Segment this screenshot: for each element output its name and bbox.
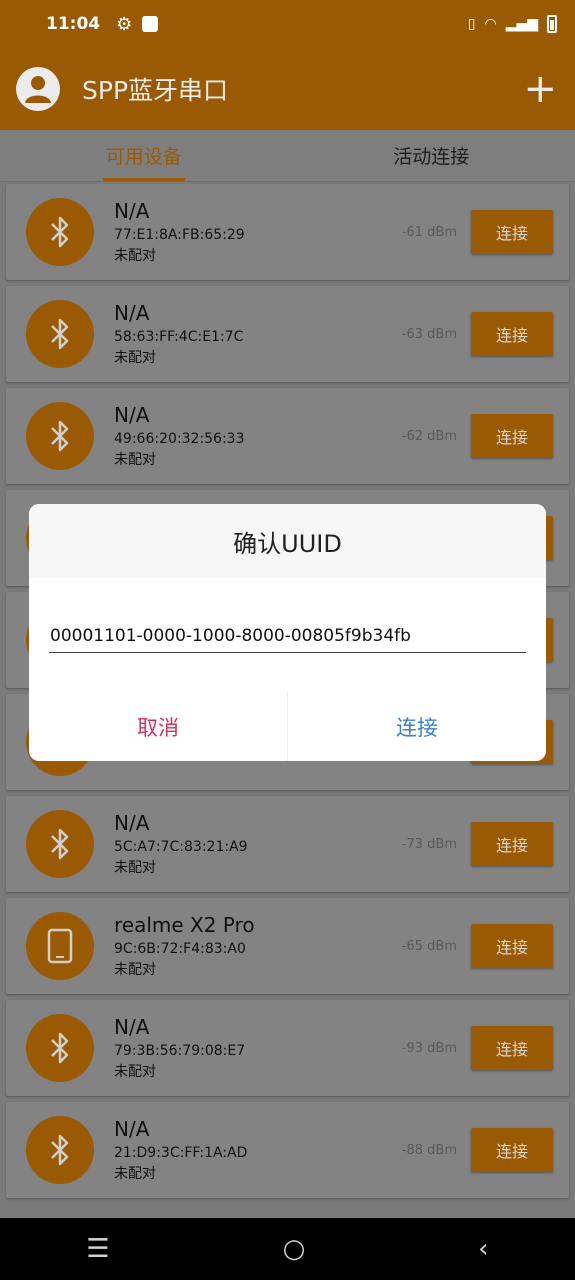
home-icon[interactable]: ○ [283, 1234, 306, 1264]
device-name: N/A [114, 811, 150, 835]
wifi-icon: ◠ [484, 16, 497, 32]
device-row[interactable]: N/A 49:66:20:32:56:33 未配对 -62 dBm 连接 [6, 388, 569, 484]
device-rssi: -93 dBm [401, 1040, 457, 1056]
device-connect-button[interactable]: 连接 [471, 414, 553, 458]
device-row[interactable]: N/A 79:3B:56:79:08:E7 未配对 -93 dBm 连接 [6, 1000, 569, 1096]
device-connect-button[interactable]: 连接 [471, 312, 553, 356]
battery-icon [547, 15, 557, 33]
device-name: N/A [114, 1117, 150, 1141]
device-pair-status: 未配对 [114, 962, 156, 978]
uuid-input[interactable] [49, 622, 526, 653]
device-name: N/A [114, 301, 150, 325]
device-mac: 79:3B:56:79:08:E7 [114, 1043, 246, 1059]
settings-gear-icon: ⚙ [116, 13, 133, 35]
device-row[interactable]: N/A 77:E1:8A:FB:65:29 未配对 -61 dBm 连接 [6, 184, 569, 280]
mail-notification-icon [142, 16, 159, 32]
dialog-title: 确认UUID [29, 504, 546, 578]
device-mac: 58:63:FF:4C:E1:7C [114, 329, 244, 345]
status-icons: ▯ ◠ ▂▄▆ [468, 15, 557, 33]
device-rssi: -62 dBm [401, 428, 457, 444]
status-time: 11:04 [46, 14, 101, 34]
device-info: N/A 21:D9:3C:FF:1A:AD 未配对 [114, 1117, 402, 1183]
signal-icon: ▂▄▆ [505, 16, 538, 32]
device-info: realme X2 Pro 9C:6B:72:F4:83:A0 未配对 [114, 913, 402, 979]
status-bar: 11:04 ⚙ ▯ ◠ ▂▄▆ [0, 0, 575, 48]
dialog-body [29, 578, 546, 692]
device-rssi: -65 dBm [401, 938, 457, 954]
bluetooth-icon [26, 810, 94, 878]
device-info: N/A 79:3B:56:79:08:E7 未配对 [114, 1015, 402, 1081]
device-name: realme X2 Pro [114, 913, 255, 937]
device-connect-button[interactable]: 连接 [471, 210, 553, 254]
vibrate-icon: ▯ [467, 16, 476, 32]
bluetooth-icon [26, 402, 94, 470]
tab-available-devices[interactable]: 可用设备 [0, 130, 288, 181]
system-nav-bar: ☰ ○ ‹ [0, 1218, 575, 1280]
device-mac: 77:E1:8A:FB:65:29 [114, 227, 245, 243]
device-rssi: -63 dBm [401, 326, 457, 342]
tab-bar: 可用设备 活动连接 [0, 130, 575, 182]
device-name: N/A [114, 1015, 150, 1039]
confirm-uuid-dialog: 确认UUID 取消 连接 [29, 504, 546, 761]
phone-icon [26, 912, 94, 980]
device-name: N/A [114, 199, 150, 223]
device-rssi: -61 dBm [401, 224, 457, 240]
dialog-actions: 取消 连接 [29, 692, 546, 761]
device-connect-button[interactable]: 连接 [471, 924, 553, 968]
cancel-button[interactable]: 取消 [29, 692, 288, 761]
device-rssi: -73 dBm [401, 836, 457, 852]
device-info: N/A 5C:A7:7C:83:21:A9 未配对 [114, 811, 402, 877]
add-icon[interactable]: + [523, 69, 557, 109]
avatar-icon[interactable] [16, 67, 60, 111]
device-mac: 49:66:20:32:56:33 [114, 431, 245, 447]
bluetooth-icon [26, 1014, 94, 1082]
app-title: SPP蓝牙串口 [82, 76, 229, 105]
app-bar: SPP蓝牙串口 + [0, 48, 575, 130]
bluetooth-icon [26, 1116, 94, 1184]
device-info: N/A 77:E1:8A:FB:65:29 未配对 [114, 199, 402, 265]
connect-button[interactable]: 连接 [288, 692, 546, 761]
back-icon[interactable]: ‹ [478, 1234, 488, 1264]
device-row[interactable]: realme X2 Pro 9C:6B:72:F4:83:A0 未配对 -65 dBm… [6, 898, 569, 994]
device-pair-status: 未配对 [114, 452, 156, 468]
device-mac: 21:D9:3C:FF:1A:AD [114, 1145, 248, 1161]
menu-icon[interactable]: ☰ [86, 1234, 109, 1264]
device-name: N/A [114, 403, 150, 427]
device-connect-button[interactable]: 连接 [471, 1026, 553, 1070]
device-mac: 9C:6B:72:F4:83:A0 [114, 941, 246, 957]
device-pair-status: 未配对 [114, 248, 156, 264]
device-row[interactable]: N/A 21:D9:3C:FF:1A:AD 未配对 -88 dBm 连接 [6, 1102, 569, 1198]
device-pair-status: 未配对 [114, 350, 156, 366]
bluetooth-icon [26, 300, 94, 368]
device-connect-button[interactable]: 连接 [471, 822, 553, 866]
device-row[interactable]: N/A 5C:A7:7C:83:21:A9 未配对 -73 dBm 连接 [6, 796, 569, 892]
device-rssi: -88 dBm [401, 1142, 457, 1158]
tab-active-connections[interactable]: 活动连接 [288, 130, 575, 181]
device-info: N/A 49:66:20:32:56:33 未配对 [114, 403, 402, 469]
device-row[interactable]: N/A 58:63:FF:4C:E1:7C 未配对 -63 dBm 连接 [6, 286, 569, 382]
device-info: N/A 58:63:FF:4C:E1:7C 未配对 [114, 301, 402, 367]
device-mac: 5C:A7:7C:83:21:A9 [114, 839, 248, 855]
device-pair-status: 未配对 [114, 1166, 156, 1182]
device-connect-button[interactable]: 连接 [471, 1128, 553, 1172]
device-pair-status: 未配对 [114, 860, 156, 876]
device-pair-status: 未配对 [114, 1064, 156, 1080]
bluetooth-icon [26, 198, 94, 266]
